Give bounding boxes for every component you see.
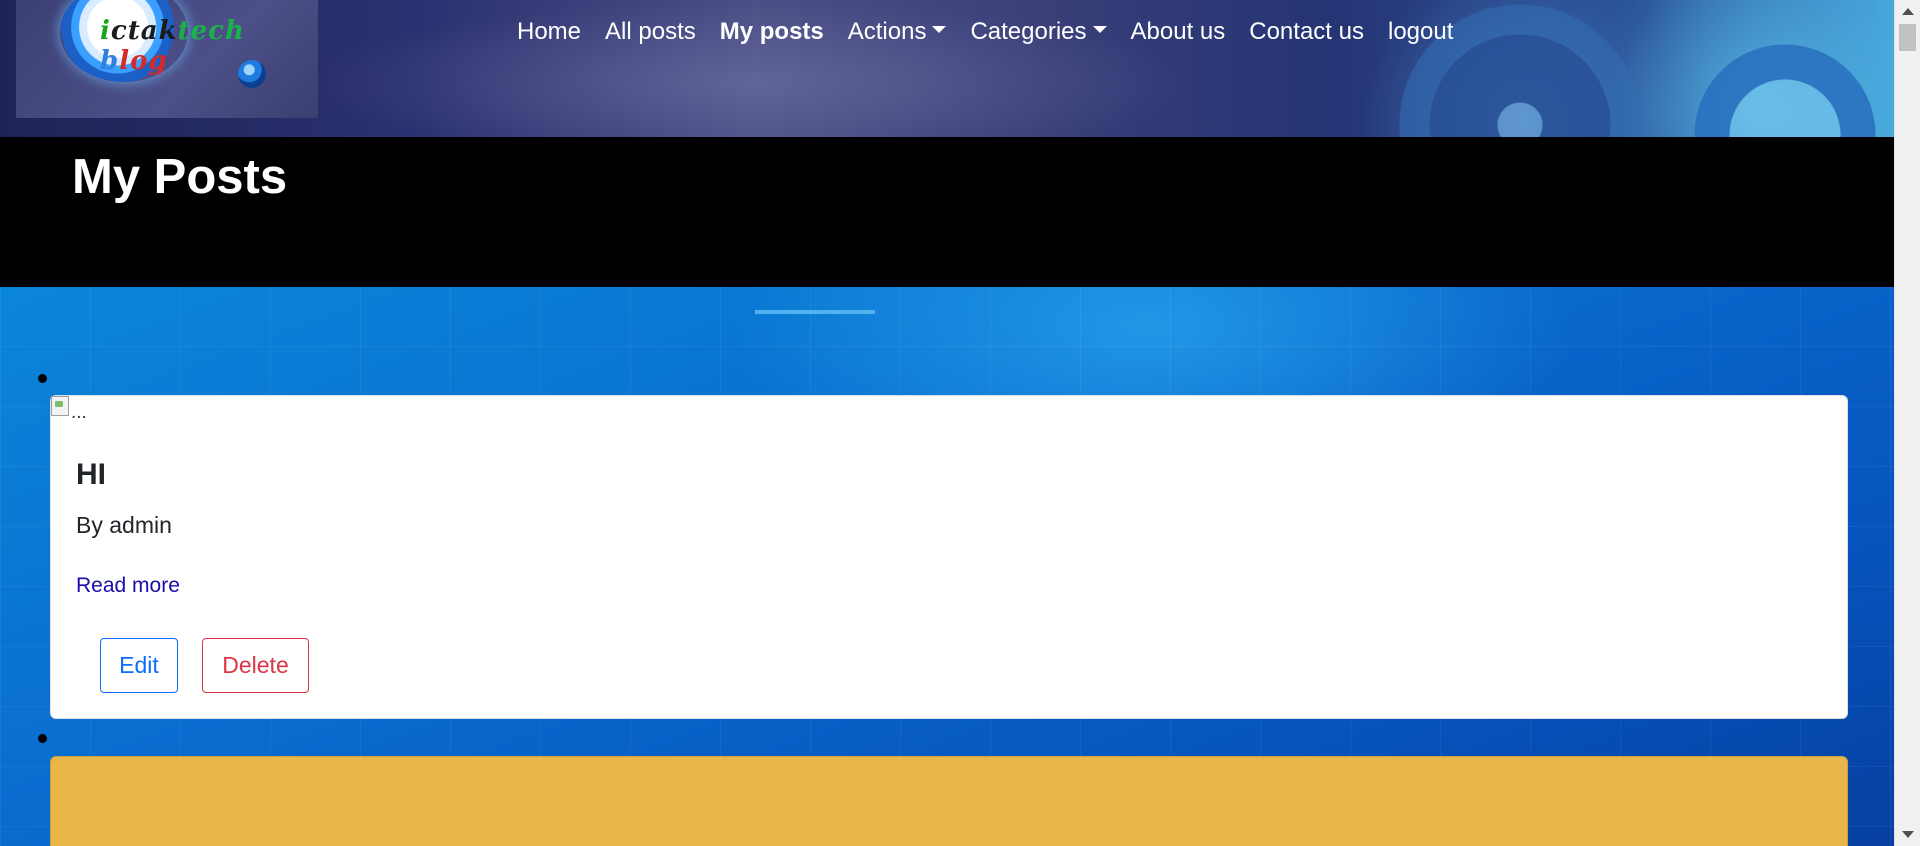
background-streak <box>755 310 875 314</box>
post-author: By admin <box>76 512 172 538</box>
logo-letter: i <box>100 16 111 46</box>
nav-actions-dropdown[interactable]: Actions <box>836 14 959 50</box>
list-bullet <box>38 374 47 383</box>
page-title-band: My Posts <box>0 137 1895 287</box>
nav-about-us-label: About us <box>1130 18 1226 45</box>
nav-my-posts[interactable]: My posts <box>708 14 836 50</box>
scroll-up-arrow-icon[interactable] <box>1902 8 1914 15</box>
nav-about-us[interactable]: About us <box>1119 14 1238 50</box>
post-card: ... HI By admin Read more Edit Delete <box>50 395 1848 719</box>
nav-home-label: Home <box>517 18 582 45</box>
post-title: HI <box>76 458 106 491</box>
posts-area: ... HI By admin Read more Edit Delete <box>0 287 1895 846</box>
scrollbar-thumb[interactable] <box>1899 24 1916 51</box>
page-title: My Posts <box>72 150 288 204</box>
delete-button[interactable]: Delete <box>202 638 309 693</box>
edit-button[interactable]: Edit <box>100 638 178 693</box>
logo-letter: tech <box>177 16 245 46</box>
main-nav: Home All posts My posts Actions Categori… <box>505 14 1465 50</box>
broken-image-icon <box>51 396 69 416</box>
nav-logout[interactable]: logout <box>1376 14 1465 50</box>
list-bullet <box>38 734 47 743</box>
nav-home[interactable]: Home <box>505 14 593 50</box>
caret-down-icon <box>1092 25 1107 33</box>
nav-all-posts[interactable]: All posts <box>593 14 708 50</box>
nav-all-posts-label: All posts <box>605 18 696 45</box>
caret-down-icon <box>932 25 947 33</box>
post-image: ... <box>51 396 87 424</box>
gear-decoration-icon <box>1670 20 1895 137</box>
nav-my-posts-label: My posts <box>719 18 824 45</box>
page-scrollbar[interactable] <box>1894 0 1920 846</box>
logo-letter: b <box>100 46 120 76</box>
scroll-down-arrow-icon[interactable] <box>1902 831 1914 838</box>
logo-letter: log <box>119 46 168 76</box>
logo-letter: ctak <box>110 16 178 46</box>
nav-contact-us-label: Contact us <box>1249 18 1364 45</box>
nav-actions-label: Actions <box>847 18 927 45</box>
nav-contact-us[interactable]: Contact us <box>1237 14 1376 50</box>
top-navbar: ictaktech blog Home All posts My posts A… <box>0 0 1895 137</box>
read-more-link[interactable]: Read more <box>76 574 180 598</box>
post-image-alt: ... <box>71 402 87 423</box>
nav-logout-label: logout <box>1387 18 1454 45</box>
site-logo[interactable]: ictaktech blog <box>16 0 318 118</box>
post-card <box>50 756 1848 846</box>
logo-mark-icon <box>238 60 266 88</box>
logo-wordmark: ictaktech blog <box>100 16 318 76</box>
nav-categories-dropdown[interactable]: Categories <box>958 14 1118 50</box>
nav-categories-label: Categories <box>970 18 1087 45</box>
